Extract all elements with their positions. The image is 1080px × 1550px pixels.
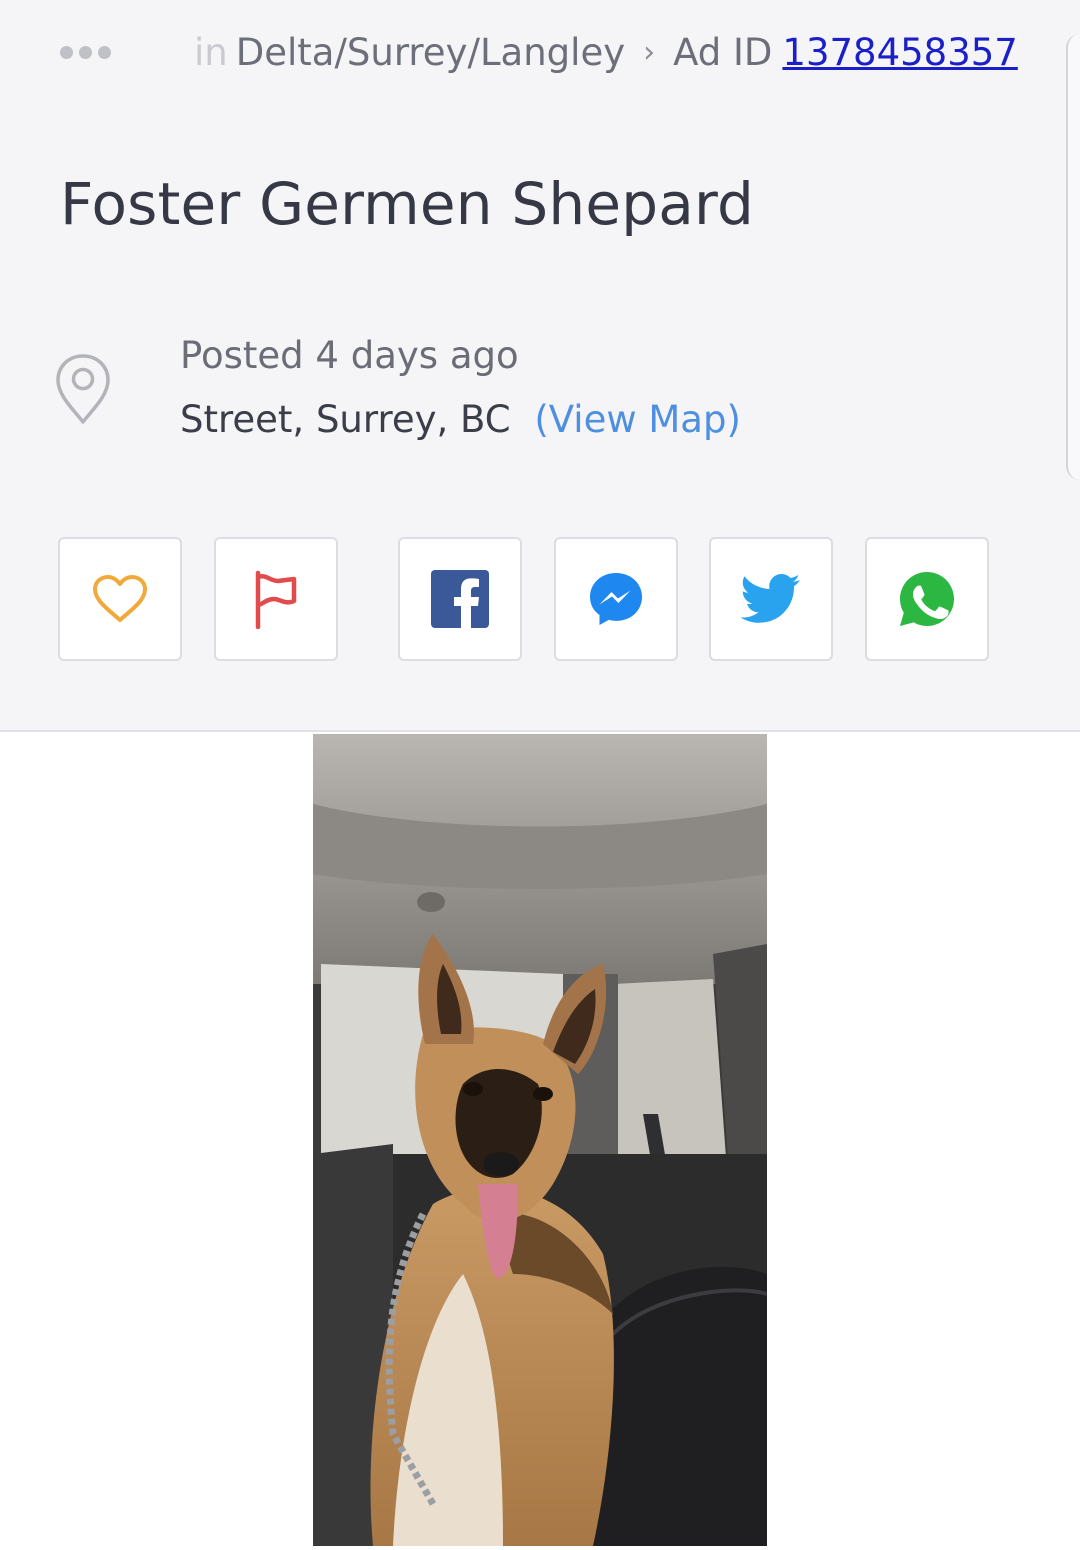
facebook-icon <box>431 570 489 628</box>
share-whatsapp-button[interactable] <box>865 537 989 661</box>
more-dots-icon[interactable] <box>60 45 130 59</box>
report-button[interactable] <box>214 537 338 661</box>
breadcrumb-prefix: in <box>194 30 228 74</box>
share-twitter-button[interactable] <box>709 537 833 661</box>
scroll-edge[interactable] <box>1066 34 1080 480</box>
posted-date: Posted 4 days ago <box>180 334 519 377</box>
view-map-link[interactable]: (View Map) <box>534 398 741 441</box>
ad-id-link[interactable]: 1378458357 <box>782 31 1017 74</box>
heart-icon <box>93 575 147 622</box>
breadcrumb: in Delta/Surrey/Langley › Ad ID 13784583… <box>60 26 1018 78</box>
favorite-button[interactable] <box>58 537 182 661</box>
ad-page: in Delta/Surrey/Langley › Ad ID 13784583… <box>0 0 1080 1550</box>
ad-title: Foster Germen Shepard <box>60 170 754 238</box>
messenger-icon <box>590 573 642 625</box>
ad-id-label: Ad ID <box>673 30 773 74</box>
ad-header-panel: in Delta/Surrey/Langley › Ad ID 13784583… <box>0 0 1080 732</box>
breadcrumb-separator: › <box>643 34 656 70</box>
address-line: Street, Surrey, BC (View Map) <box>180 398 741 441</box>
share-facebook-button[interactable] <box>398 537 522 661</box>
ad-photo[interactable] <box>313 734 767 1546</box>
share-messenger-button[interactable] <box>554 537 678 661</box>
whatsapp-icon <box>900 572 954 626</box>
flag-icon <box>255 570 297 629</box>
german-shepherd-photo <box>313 734 767 1546</box>
breadcrumb-location-link[interactable]: Delta/Surrey/Langley <box>236 31 625 74</box>
address-text: Street, Surrey, BC <box>180 398 511 441</box>
location-pin-icon <box>56 354 110 424</box>
twitter-icon <box>741 574 800 623</box>
